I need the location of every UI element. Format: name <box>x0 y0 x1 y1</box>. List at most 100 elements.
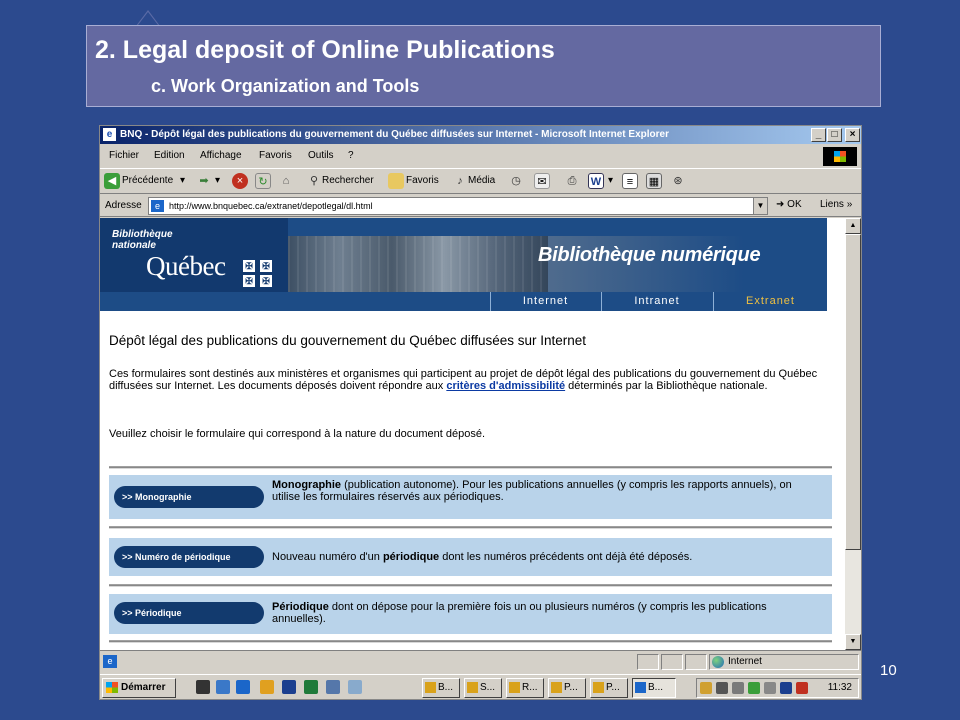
tray-icon[interactable] <box>700 682 712 694</box>
ie-icon: e <box>103 128 116 141</box>
nav-extranet[interactable]: Extranet <box>713 292 827 311</box>
intro-part-2: déterminés par la Bibliothèque nationale… <box>565 380 768 392</box>
slide-title: 2. Legal deposit of Online Publications <box>95 36 555 64</box>
fleur-de-lis-icon: ✠ <box>260 275 272 287</box>
media-icon[interactable]: ♪ <box>452 173 468 189</box>
refresh-icon[interactable]: ↻ <box>255 173 271 189</box>
address-dropdown-icon[interactable]: ▼ <box>753 198 767 214</box>
quicklaunch-icon[interactable] <box>196 680 210 694</box>
status-cell <box>685 654 707 670</box>
quicklaunch-excel-icon[interactable] <box>304 680 318 694</box>
task-button[interactable]: R... <box>506 678 544 698</box>
mail-icon[interactable]: ✉ <box>534 173 550 189</box>
start-button[interactable]: Démarrer <box>102 678 176 698</box>
speaker-icon[interactable] <box>764 682 776 694</box>
media-button[interactable]: Média <box>468 175 495 186</box>
criteria-link[interactable]: critères d'admissibilité <box>446 380 565 392</box>
links-button[interactable]: Liens » <box>820 199 852 210</box>
edit-dropdown-icon[interactable]: ▾ <box>608 175 613 186</box>
tray-icon[interactable] <box>716 682 728 694</box>
home-icon[interactable]: ⌂ <box>278 173 294 189</box>
scroll-up-icon[interactable]: ▲ <box>845 218 861 234</box>
task-label: B... <box>438 682 454 693</box>
slide-number: 10 <box>880 662 897 679</box>
menu-edition[interactable]: Edition <box>154 150 185 161</box>
tray-icon[interactable] <box>780 682 792 694</box>
go-arrow-icon: ➜ <box>776 199 785 210</box>
menu-help[interactable]: ? <box>348 150 354 161</box>
minimize-button[interactable]: _ <box>811 128 826 142</box>
task-button[interactable]: S... <box>464 678 502 698</box>
logo-line-2: nationale <box>112 240 156 251</box>
quicklaunch-icon[interactable] <box>260 680 274 694</box>
quicklaunch-ie-icon[interactable] <box>236 680 250 694</box>
discuss-icon[interactable]: ≡ <box>622 173 638 189</box>
close-button[interactable]: × <box>845 128 860 142</box>
page-status-icon: e <box>103 655 117 668</box>
task-icon <box>467 682 478 693</box>
scroll-down-icon[interactable]: ▼ <box>845 634 861 650</box>
task-button[interactable]: B... <box>422 678 460 698</box>
tray-icon[interactable] <box>732 682 744 694</box>
windows-logo-icon <box>823 147 857 166</box>
search-icon[interactable]: ⚲ <box>306 173 322 189</box>
task-label: S... <box>480 682 496 693</box>
banner-title: Bibliothèque numérique <box>538 244 761 266</box>
stop-icon[interactable]: × <box>232 173 248 189</box>
task-button[interactable]: P... <box>548 678 586 698</box>
system-tray: 11:32 <box>696 678 859 698</box>
page-content: Bibliothèque nationale Québec ✠ ✠ ✠ ✠ Bi… <box>100 218 845 650</box>
status-cell <box>661 654 683 670</box>
numero-periodique-text: dont les numéros précédents ont déjà été… <box>439 551 693 563</box>
monographie-button[interactable]: >> Monographie <box>114 486 264 508</box>
forward-dropdown-icon[interactable]: ▾ <box>215 175 220 186</box>
links-label: Liens <box>820 199 844 210</box>
window-titlebar[interactable]: e BNQ - Dépôt légal des publications du … <box>100 126 861 144</box>
bnq-logo[interactable]: Bibliothèque nationale Québec ✠ ✠ ✠ ✠ <box>100 218 288 292</box>
scroll-thumb[interactable] <box>845 234 861 550</box>
address-input[interactable]: e http://www.bnquebec.ca/extranet/depotl… <box>148 197 768 215</box>
task-button-active[interactable]: B... <box>632 678 676 698</box>
favorites-icon[interactable] <box>388 173 404 189</box>
nav-internet[interactable]: Internet <box>490 292 600 311</box>
monographie-bold: Monographie <box>272 479 342 491</box>
task-button[interactable]: P... <box>590 678 628 698</box>
tray-icon[interactable] <box>796 682 808 694</box>
favorites-button[interactable]: Favoris <box>406 175 439 186</box>
periodique-button[interactable]: >> Périodique <box>114 602 264 624</box>
back-dropdown-icon[interactable]: ▾ <box>180 175 185 186</box>
quicklaunch-icon[interactable] <box>326 680 340 694</box>
security-zone: Internet <box>709 654 859 670</box>
back-button[interactable]: Précédente <box>122 175 173 186</box>
quicklaunch-word-icon[interactable] <box>282 680 296 694</box>
vertical-scrollbar[interactable]: ▲ ▼ <box>845 218 861 650</box>
choose-instruction: Veuillez choisir le formulaire qui corre… <box>109 428 486 440</box>
edit-word-icon[interactable]: W <box>588 173 604 189</box>
task-label: P... <box>564 682 578 693</box>
print-icon[interactable]: ⎙ <box>564 173 580 189</box>
go-button[interactable]: ➜ OK <box>776 199 802 210</box>
quicklaunch-icon[interactable] <box>216 680 230 694</box>
decorative-triangle-inner <box>138 12 158 25</box>
back-arrow-icon[interactable]: ◀ <box>104 173 120 189</box>
slide-title-box: 2. Legal deposit of Online Publications … <box>86 25 881 107</box>
menu-fichier[interactable]: Fichier <box>109 150 139 161</box>
history-icon[interactable]: ◷ <box>508 173 524 189</box>
numero-periodique-button[interactable]: >> Numéro de périodique <box>114 546 264 568</box>
forward-arrow-icon[interactable]: ➡ <box>196 173 212 189</box>
menu-favoris[interactable]: Favoris <box>259 150 292 161</box>
menu-outils[interactable]: Outils <box>308 150 334 161</box>
research-icon[interactable]: ⊛ <box>670 173 686 189</box>
maximize-button[interactable]: □ <box>827 128 842 142</box>
address-url[interactable]: http://www.bnquebec.ca/extranet/depotleg… <box>169 201 373 211</box>
divider <box>109 526 832 529</box>
messenger-icon[interactable]: ▦ <box>646 173 662 189</box>
quicklaunch-icon[interactable] <box>348 680 362 694</box>
clock[interactable]: 11:32 <box>828 682 852 693</box>
tray-icon[interactable] <box>748 682 760 694</box>
form-row-periodique: >> Périodique Périodique dont on dépose … <box>109 594 832 634</box>
menu-affichage[interactable]: Affichage <box>200 150 242 161</box>
search-button[interactable]: Rechercher <box>322 175 374 186</box>
address-bar: Adresse e http://www.bnquebec.ca/extrane… <box>100 195 861 217</box>
nav-intranet[interactable]: Intranet <box>601 292 712 311</box>
